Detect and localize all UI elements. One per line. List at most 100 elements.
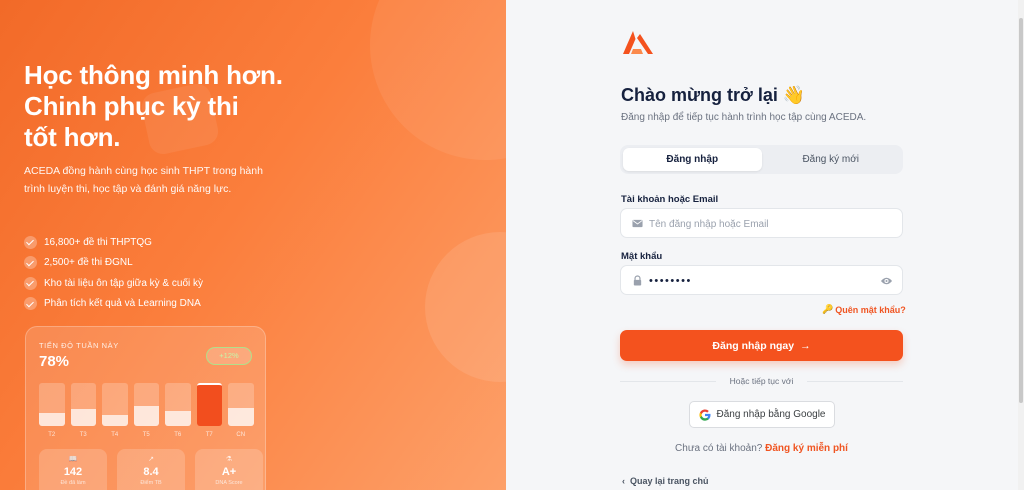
bar-track bbox=[70, 383, 96, 426]
trend-icon: ↗ bbox=[148, 456, 154, 463]
google-icon bbox=[698, 409, 710, 421]
hero-intro: ACEDA đồng hành cùng học sinh THPT trong… bbox=[24, 165, 263, 195]
feature-label: 2,500+ đề thi ĐGNL bbox=[44, 257, 133, 269]
bar-track bbox=[228, 383, 254, 426]
arrow-right-icon: → bbox=[800, 339, 811, 352]
bar-column: T3 bbox=[70, 383, 96, 438]
page-title: Chào mừng trở lại 👋 bbox=[621, 85, 806, 105]
stat-tile: 📖 142 Đề đã làm bbox=[39, 449, 107, 490]
check-icon bbox=[24, 276, 37, 290]
forgot-password-link[interactable]: 🔑 Quên mật khẩu? bbox=[822, 304, 906, 315]
auth-tabs: Đăng nhập Đăng ký mới bbox=[620, 145, 903, 174]
bar-column: T2 bbox=[39, 383, 65, 438]
stat-label: Điểm TB bbox=[140, 480, 162, 486]
headline-line: tốt hơn. bbox=[24, 122, 121, 152]
stat-label: DNA Score bbox=[215, 480, 243, 486]
bar-column: T4 bbox=[102, 383, 128, 438]
feature-item: 16,800+ đề thi THPTQG bbox=[24, 232, 203, 253]
stat-label: Đề đã làm bbox=[60, 480, 86, 486]
signup-link[interactable]: Đăng ký miễn phí bbox=[765, 443, 848, 454]
google-button-label: Đăng nhập bằng Google bbox=[716, 409, 826, 420]
password-field-wrapper bbox=[620, 265, 903, 295]
show-password-icon[interactable] bbox=[880, 275, 893, 287]
feature-item: Phân tích kết quả và Learning DNA bbox=[24, 294, 203, 315]
weekly-progress-card: TIẾN ĐỘ TUẦN NÀY 78% +12% T2 T3 T4 T5 T6 T7 CN… bbox=[25, 326, 266, 490]
bar-fill bbox=[39, 413, 65, 426]
check-icon bbox=[24, 256, 37, 270]
weekly-bar-chart: T2 T3 T4 T5 T6 T7 CN bbox=[39, 383, 254, 438]
bar-fill bbox=[165, 411, 191, 426]
stats-row: 📖 142 Đề đã làm ↗ 8.4 Điểm TB ⚗ A+ DNA S… bbox=[39, 449, 263, 490]
submit-label: Đăng nhập ngay bbox=[712, 339, 795, 352]
page-scrollbar[interactable] bbox=[1018, 0, 1024, 490]
decor-circle bbox=[370, 0, 506, 160]
stat-value: 142 bbox=[63, 466, 83, 478]
back-home-label: Quay lại trang chủ bbox=[630, 476, 709, 486]
bar-day-label: T2 bbox=[48, 432, 56, 438]
stat-tile: ⚗ A+ DNA Score bbox=[195, 449, 263, 490]
bar-track bbox=[39, 383, 65, 426]
hero-panel: Học thông minh hơn. Chinh phục kỳ thi tố… bbox=[0, 0, 506, 490]
bar-day-label: CN bbox=[236, 432, 246, 438]
tab-register[interactable]: Đăng ký mới bbox=[762, 148, 901, 171]
password-label: Mật khẩu bbox=[621, 251, 663, 262]
chevron-left-icon: ‹ bbox=[622, 476, 625, 486]
book-icon: 📖 bbox=[68, 456, 78, 463]
username-field-wrapper bbox=[620, 208, 903, 238]
lock-icon bbox=[633, 275, 642, 286]
key-icon: 🔑 bbox=[822, 304, 834, 314]
google-login-button[interactable]: Đăng nhập bằng Google bbox=[689, 401, 835, 428]
bar-track bbox=[102, 383, 128, 426]
signup-prompt: Chưa có tài khoản? Đăng ký miễn phí bbox=[620, 443, 903, 454]
bar-column: CN bbox=[228, 383, 254, 438]
hero-headline: Học thông minh hơn. Chinh phục kỳ thi tố… bbox=[24, 60, 324, 153]
feature-item: 2,500+ đề thi ĐGNL bbox=[24, 253, 203, 274]
stat-tile: ↗ 8.4 Điểm TB bbox=[117, 449, 185, 490]
progress-label: TIẾN ĐỘ TUẦN NÀY bbox=[39, 341, 119, 350]
scrollbar-thumb[interactable] bbox=[1019, 18, 1023, 403]
bar-track bbox=[196, 383, 222, 426]
mail-icon bbox=[632, 219, 643, 228]
aceda-logo-icon bbox=[623, 31, 653, 54]
dna-icon: ⚗ bbox=[225, 456, 233, 463]
bar-track bbox=[133, 383, 159, 426]
bar-track bbox=[165, 383, 191, 426]
feature-item: Kho tài liệu ôn tập giữa kỳ & cuối kỳ bbox=[24, 273, 203, 294]
bar-day-label: T7 bbox=[205, 432, 213, 438]
password-input[interactable] bbox=[649, 271, 874, 291]
bar-fill bbox=[228, 407, 254, 426]
signup-prompt-text: Chưa có tài khoản? bbox=[675, 443, 763, 454]
page-subtitle: Đăng nhập để tiếp tục hành trình học tập… bbox=[621, 112, 867, 123]
stat-value: 8.4 bbox=[143, 466, 159, 478]
progress-percent: 78% bbox=[39, 353, 70, 370]
stat-value: A+ bbox=[221, 466, 237, 478]
headline-line: Chinh phục kỳ thi bbox=[24, 91, 239, 121]
forgot-password-label: Quên mật khẩu? bbox=[835, 304, 906, 315]
tab-login[interactable]: Đăng nhập bbox=[623, 148, 762, 171]
back-home-link[interactable]: ‹ Quay lại trang chủ bbox=[622, 476, 709, 486]
bar-column: T6 bbox=[165, 383, 191, 438]
bar-column: T7 bbox=[196, 383, 222, 438]
username-input[interactable] bbox=[649, 214, 874, 234]
check-icon bbox=[24, 235, 37, 249]
bar-day-label: T3 bbox=[79, 432, 87, 438]
feature-label: Kho tài liệu ôn tập giữa kỳ & cuối kỳ bbox=[44, 277, 204, 289]
bar-day-label: T6 bbox=[174, 432, 182, 438]
bar-day-label: T5 bbox=[142, 432, 150, 438]
bar-fill bbox=[70, 408, 96, 426]
username-label: Tài khoản hoặc Email bbox=[621, 194, 719, 205]
divider-label: Hoặc tiếp tục với bbox=[729, 376, 794, 386]
bar-fill bbox=[133, 405, 159, 426]
decor-circle bbox=[425, 232, 506, 382]
login-submit-button[interactable]: Đăng nhập ngay → bbox=[620, 330, 903, 361]
growth-badge: +12% bbox=[206, 347, 252, 365]
feature-list: 16,800+ đề thi THPTQG 2,500+ đề thi ĐGNL… bbox=[24, 232, 203, 314]
check-icon bbox=[24, 297, 37, 311]
bar-fill bbox=[102, 414, 128, 426]
bar-column: T5 bbox=[133, 383, 159, 438]
bar-day-label: T4 bbox=[111, 432, 119, 438]
feature-label: Phân tích kết quả và Learning DNA bbox=[44, 298, 201, 310]
headline-line: Học thông minh hơn. bbox=[24, 60, 283, 90]
feature-label: 16,800+ đề thi THPTQG bbox=[44, 236, 152, 248]
or-divider: Hoặc tiếp tục với bbox=[620, 375, 903, 387]
